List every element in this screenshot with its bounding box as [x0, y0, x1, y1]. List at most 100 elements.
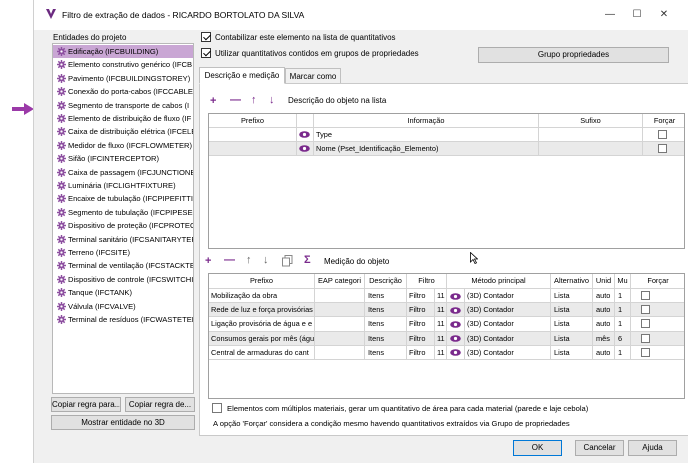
eye-icon[interactable]	[450, 321, 461, 328]
meas-alt-cell[interactable]: Lista	[551, 289, 593, 304]
description-grid[interactable]: Prefixo Informação Sufixo Forçar Type No…	[208, 113, 685, 249]
desc-row-force[interactable]	[643, 142, 684, 156]
list-item[interactable]: Tanque (IFCTANK)	[53, 286, 193, 299]
force-checkbox[interactable]	[641, 291, 650, 300]
meas-filter-cell[interactable]: Filtro 11	[407, 289, 447, 304]
meas-unit-cell[interactable]: auto	[593, 303, 615, 318]
eye-icon[interactable]	[450, 335, 461, 342]
meas-mult-cell[interactable]: 1	[615, 303, 631, 318]
meas-eap-cell[interactable]	[315, 317, 365, 332]
meas-eap-cell[interactable]	[315, 289, 365, 304]
eye-icon[interactable]	[299, 145, 310, 152]
eye-icon[interactable]	[450, 349, 461, 357]
meas-desc-cell[interactable]: Itens	[365, 289, 407, 304]
tab-description-measurement[interactable]: Descrição e medição	[199, 67, 285, 84]
meas-force-cell[interactable]	[631, 289, 684, 304]
list-item[interactable]: Terminal sanitário (IFCSANITARYTERI	[53, 233, 193, 246]
meas-prefix-cell[interactable]: Central de armaduras do cant	[209, 345, 315, 360]
list-item[interactable]: Luminária (IFCLIGHTFIXTURE)	[53, 179, 193, 192]
remove-measurement-icon[interactable]: —	[224, 255, 235, 266]
list-item[interactable]: Conexão do porta-cabos (IFCCABLEC	[53, 85, 193, 98]
list-item[interactable]: Dispositivo de controle (IFCSWITCHI	[53, 273, 193, 286]
list-item[interactable]: Segmento de tubulação (IFCPIPESEG	[53, 206, 193, 219]
copy-icon[interactable]	[282, 255, 293, 267]
meas-filter-cell[interactable]: Filtro 11	[407, 345, 447, 360]
meas-desc-cell[interactable]: Itens	[365, 317, 407, 332]
list-item[interactable]: Sifão (IFCINTERCEPTOR)	[53, 152, 193, 165]
tab-mark-as[interactable]: Marcar como	[285, 68, 341, 84]
desc-row-info[interactable]: Type	[314, 128, 539, 142]
eye-icon[interactable]	[450, 306, 461, 314]
filter-label[interactable]: Filtro	[409, 305, 425, 314]
move-down-measurement-icon[interactable]: ↓	[263, 255, 269, 266]
show-3d-button[interactable]: Mostrar entidade no 3D	[51, 415, 195, 430]
copy-rule-to-button[interactable]: Copiar regra para...	[51, 397, 121, 412]
meas-unit-cell[interactable]: mês	[593, 331, 615, 346]
list-item[interactable]: Edificação (IFCBUILDING)	[53, 45, 193, 59]
meas-force-cell[interactable]	[631, 331, 684, 346]
list-item[interactable]: Caixa de distribuição elétrica (IFCELE	[53, 125, 193, 138]
meas-desc-cell[interactable]: Itens	[365, 345, 407, 360]
meas-prefix-cell[interactable]: Mobilização da obra	[209, 289, 315, 304]
entities-list[interactable]: Edificação (IFCBUILDING) Elemento constru…	[52, 43, 194, 394]
list-item[interactable]: Terreno (IFCSITE)	[53, 246, 193, 259]
minimize-icon[interactable]: —	[601, 6, 619, 24]
add-measurement-icon[interactable]: +	[205, 256, 211, 267]
meas-filter-cell[interactable]: Filtro 11	[407, 317, 447, 332]
meas-force-cell[interactable]	[631, 303, 684, 318]
meas-method-cell[interactable]: (3D) Contador	[447, 317, 551, 332]
force-checkbox[interactable]	[641, 347, 650, 357]
measurement-grid[interactable]: Prefixo EAP categori Descrição Filtro Método…	[208, 273, 685, 399]
meas-force-cell[interactable]	[631, 346, 684, 360]
meas-mult-cell[interactable]: 1	[615, 317, 631, 332]
desc-row-suffix[interactable]	[539, 142, 643, 156]
move-up-description-icon[interactable]: ↑	[251, 95, 257, 106]
force-checkbox[interactable]	[658, 130, 667, 139]
meas-filter-cell[interactable]: Filtro 11	[407, 331, 447, 346]
meas-mult-cell[interactable]: 1	[615, 289, 631, 304]
meas-unit-cell[interactable]: auto	[593, 317, 615, 332]
meas-unit-cell[interactable]: auto	[593, 345, 615, 360]
meas-prefix-cell[interactable]: Rede de luz e força provisórias	[209, 303, 315, 318]
list-item[interactable]: Terminal de resíduos (IFCWASTETERI	[53, 313, 193, 326]
meas-method-cell[interactable]: (3D) Contador	[447, 303, 551, 318]
filter-label[interactable]: Filtro	[409, 334, 425, 343]
move-up-measurement-icon[interactable]: ↑	[246, 255, 252, 266]
meas-mult-cell[interactable]: 6	[615, 331, 631, 346]
force-checkbox[interactable]	[641, 319, 650, 329]
meas-desc-cell[interactable]: Itens	[365, 303, 407, 318]
list-item[interactable]: Medidor de fluxo (IFCFLOWMETER)	[53, 139, 193, 152]
list-item[interactable]: Dispositivo de proteção (IFCPROTEC	[53, 219, 193, 232]
remove-description-icon[interactable]: —	[230, 95, 241, 106]
meas-method-cell[interactable]: (3D) Contador	[447, 345, 551, 360]
filter-label[interactable]: Filtro	[409, 348, 425, 357]
cancel-button[interactable]: Cancelar	[575, 440, 624, 456]
desc-row-info[interactable]: Nome (Pset_Identificação_Elemento)	[314, 142, 539, 156]
meas-eap-cell[interactable]	[315, 345, 365, 360]
ok-button[interactable]: OK	[513, 440, 562, 456]
desc-row-eye-cell[interactable]	[297, 128, 314, 142]
desc-row-prefix[interactable]	[209, 142, 297, 156]
force-checkbox[interactable]	[658, 144, 667, 153]
maximize-icon[interactable]: ☐	[628, 6, 646, 24]
meas-method-cell[interactable]: (3D) Contador	[447, 289, 551, 304]
list-item[interactable]: Válvula (IFCVALVE)	[53, 300, 193, 313]
eye-icon[interactable]	[299, 131, 310, 138]
meas-alt-cell[interactable]: Lista	[551, 317, 593, 332]
meas-prefix-cell[interactable]: Ligação provisória de água e e	[209, 317, 315, 332]
desc-row-eye-cell[interactable]	[297, 142, 314, 156]
meas-alt-cell[interactable]: Lista	[551, 303, 593, 318]
group-properties-button[interactable]: Grupo propriedades	[478, 47, 669, 63]
meas-filter-cell[interactable]: Filtro 11	[407, 303, 447, 318]
force-checkbox[interactable]	[641, 333, 650, 343]
add-description-icon[interactable]: +	[210, 96, 216, 107]
meas-alt-cell[interactable]: Lista	[551, 345, 593, 360]
use-group-quantities-checkbox[interactable]	[201, 48, 211, 58]
filter-label[interactable]: Filtro	[409, 291, 425, 300]
meas-desc-cell[interactable]: Itens	[365, 331, 407, 346]
meas-method-cell[interactable]: (3D) Contador	[447, 331, 551, 346]
meas-force-cell[interactable]	[631, 317, 684, 332]
list-item[interactable]: Pavimento (IFCBUILDINGSTOREY)	[53, 72, 193, 85]
desc-row-prefix[interactable]	[209, 128, 297, 142]
meas-prefix-cell[interactable]: Consumos gerais por mês (águ	[209, 331, 315, 346]
